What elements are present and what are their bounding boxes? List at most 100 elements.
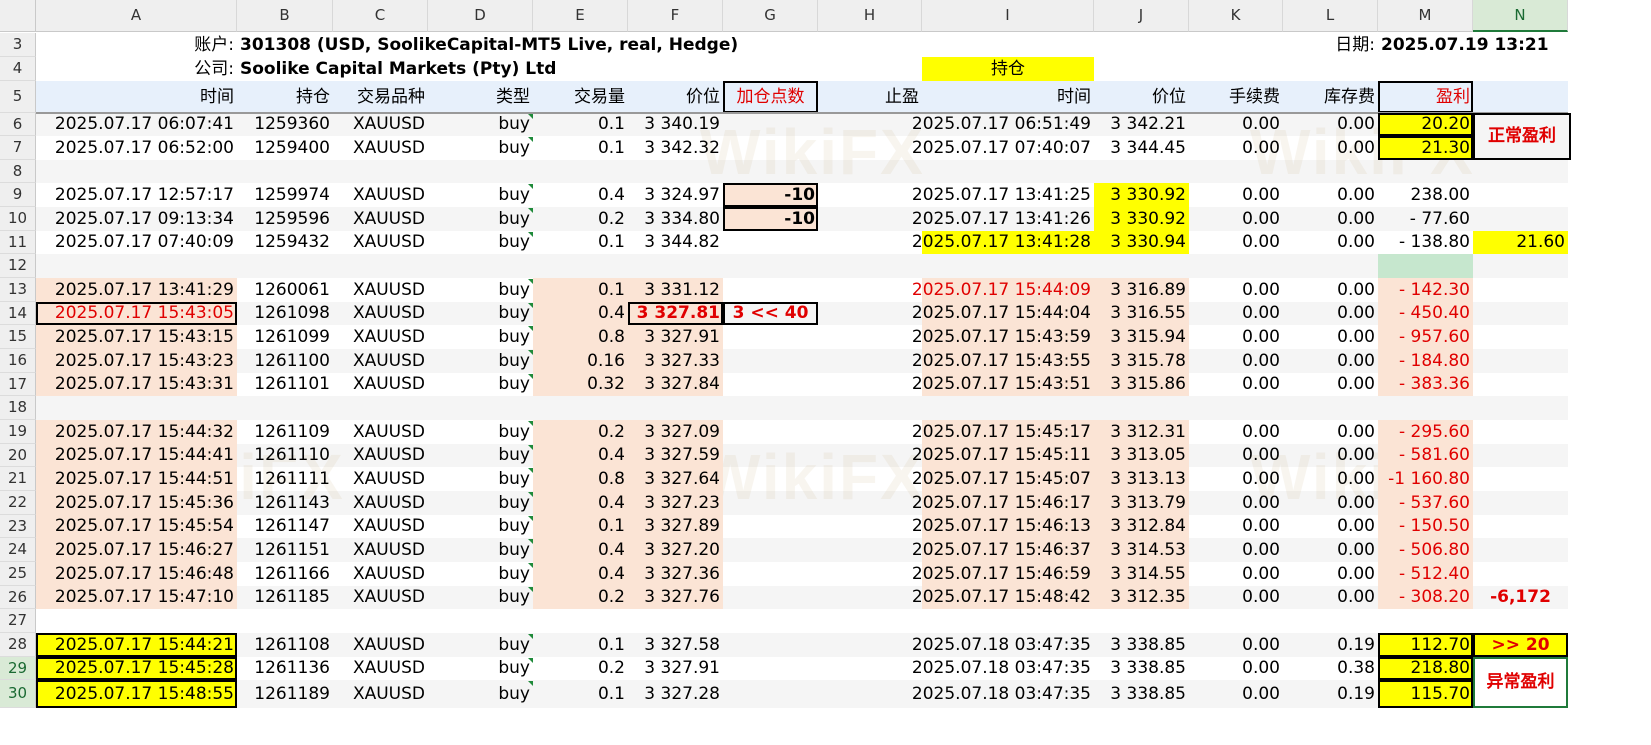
cell-open-price[interactable]: 3 327.64 bbox=[628, 467, 723, 491]
cell-commission[interactable]: 0.00 bbox=[1189, 325, 1283, 349]
cell-open-time[interactable]: 2025.07.17 15:46:27 bbox=[36, 538, 237, 562]
cell-open-price[interactable]: 3 344.82 bbox=[628, 231, 723, 254]
cell-swap[interactable]: 0.00 bbox=[1283, 373, 1378, 396]
cell-swap[interactable]: 0.19 bbox=[1283, 680, 1378, 708]
row-number[interactable]: 16 bbox=[0, 349, 36, 373]
cell-open-price[interactable]: 3 327.59 bbox=[628, 444, 723, 467]
cell-profit[interactable]: - 308.20 bbox=[1378, 586, 1473, 609]
cell-position-id[interactable]: 1261143 bbox=[237, 491, 333, 515]
cell-commission[interactable]: 0.00 bbox=[1189, 302, 1283, 325]
cell-swap[interactable]: 0.00 bbox=[1283, 349, 1378, 373]
cell-symbol[interactable]: XAUUSD bbox=[333, 302, 428, 325]
cell-profit-fill[interactable] bbox=[1378, 254, 1473, 278]
cell-close-price[interactable]: 3 313.05 bbox=[1094, 444, 1189, 467]
row-number[interactable]: 11 bbox=[0, 231, 36, 254]
cell-symbol[interactable]: XAUUSD bbox=[333, 278, 428, 302]
column-header-h[interactable]: H bbox=[818, 0, 922, 32]
row-number[interactable]: 10 bbox=[0, 207, 36, 231]
cell-type[interactable]: buy bbox=[428, 657, 533, 680]
cell-volume[interactable]: 0.1 bbox=[533, 136, 628, 160]
cell-add-points[interactable]: -10 bbox=[723, 207, 818, 231]
cell-profit[interactable]: 115.70 bbox=[1378, 680, 1473, 708]
cell-position-id[interactable]: 1261108 bbox=[237, 633, 333, 657]
cell-symbol[interactable]: XAUUSD bbox=[333, 657, 428, 680]
cell-close-price[interactable]: 3 316.89 bbox=[1094, 278, 1189, 302]
cell-symbol[interactable]: XAUUSD bbox=[333, 113, 428, 136]
cell-swap[interactable]: 0.00 bbox=[1283, 136, 1378, 160]
row-number[interactable]: 13 bbox=[0, 278, 36, 302]
cell-volume[interactable]: 0.2 bbox=[533, 586, 628, 609]
cell-open-time[interactable]: 2025.07.17 15:44:32 bbox=[36, 420, 237, 444]
row-number[interactable]: 6 bbox=[0, 113, 36, 136]
cell-type[interactable]: buy bbox=[428, 680, 533, 708]
row-number[interactable]: 7 bbox=[0, 136, 36, 160]
cell-open-price[interactable]: 3 327.91 bbox=[628, 325, 723, 349]
cell-open-time[interactable]: 2025.07.17 15:45:28 bbox=[36, 657, 237, 680]
cell-type[interactable]: buy bbox=[428, 586, 533, 609]
cell-close-price[interactable]: 3 313.13 bbox=[1094, 467, 1189, 491]
cell-type[interactable]: buy bbox=[428, 515, 533, 538]
cell-volume[interactable]: 0.8 bbox=[533, 467, 628, 491]
cell-type[interactable]: buy bbox=[428, 113, 533, 136]
cell-profit[interactable]: - 77.60 bbox=[1378, 207, 1473, 231]
cell-profit[interactable]: -1 160.80 bbox=[1378, 467, 1473, 491]
cell-commission[interactable]: 0.00 bbox=[1189, 680, 1283, 708]
cell-volume[interactable]: 0.2 bbox=[533, 657, 628, 680]
column-header-j[interactable]: J bbox=[1094, 0, 1189, 32]
cell-volume[interactable]: 0.4 bbox=[533, 538, 628, 562]
cell-close-time[interactable]: 2025.07.17 07:40:07 bbox=[912, 136, 1094, 160]
cell-commission[interactable]: 0.00 bbox=[1189, 207, 1283, 231]
row-number[interactable]: 27 bbox=[0, 609, 36, 633]
cell-profit[interactable]: - 506.80 bbox=[1378, 538, 1473, 562]
cell-close-time[interactable]: 2025.07.17 15:45:17 bbox=[912, 420, 1094, 444]
row-number[interactable]: 12 bbox=[0, 254, 36, 278]
cell-close-time[interactable]: 2025.07.17 15:43:51 bbox=[912, 373, 1094, 396]
cell-symbol[interactable]: XAUUSD bbox=[333, 562, 428, 586]
cell-close-time[interactable]: 2025.07.18 03:47:35 bbox=[912, 657, 1094, 680]
cell-close-price[interactable]: 3 330.92 bbox=[1094, 183, 1189, 207]
cell-open-price[interactable]: 3 327.09 bbox=[628, 420, 723, 444]
column-header-b[interactable]: B bbox=[237, 0, 333, 32]
cell-symbol[interactable]: XAUUSD bbox=[333, 444, 428, 467]
cell-swap[interactable]: 0.00 bbox=[1283, 538, 1378, 562]
cell-position-id[interactable]: 1261185 bbox=[237, 586, 333, 609]
cell-position-id[interactable]: 1261110 bbox=[237, 444, 333, 467]
cell-commission[interactable]: 0.00 bbox=[1189, 113, 1283, 136]
cell-type[interactable]: buy bbox=[428, 302, 533, 325]
cell-close-time[interactable]: 2025.07.17 15:46:59 bbox=[912, 562, 1094, 586]
cell-swap[interactable]: 0.38 bbox=[1283, 657, 1378, 680]
cell-profit[interactable]: 238.00 bbox=[1378, 183, 1473, 207]
cell-position-id[interactable]: 1259400 bbox=[237, 136, 333, 160]
cell-symbol[interactable]: XAUUSD bbox=[333, 633, 428, 657]
column-header-f[interactable]: F bbox=[628, 0, 723, 32]
cell-volume[interactable]: 0.4 bbox=[533, 562, 628, 586]
cell-close-time[interactable]: 2025.07.17 15:45:07 bbox=[912, 467, 1094, 491]
cell-open-time[interactable]: 2025.07.17 15:48:55 bbox=[36, 680, 237, 708]
row-number[interactable]: 24 bbox=[0, 538, 36, 562]
row-number[interactable]: 9 bbox=[0, 183, 36, 207]
cell-volume[interactable]: 0.1 bbox=[533, 278, 628, 302]
cell-open-time[interactable]: 2025.07.17 15:43:23 bbox=[36, 349, 237, 373]
cell-open-price[interactable]: 3 327.36 bbox=[628, 562, 723, 586]
cell-open-time[interactable]: 2025.07.17 15:47:10 bbox=[36, 586, 237, 609]
cell-position-id[interactable]: 1261109 bbox=[237, 420, 333, 444]
cell-swap[interactable]: 0.00 bbox=[1283, 491, 1378, 515]
cell-open-time[interactable]: 2025.07.17 06:52:00 bbox=[36, 136, 237, 160]
row-number[interactable]: 18 bbox=[0, 396, 36, 420]
cell-open-time[interactable]: 2025.07.17 06:07:41 bbox=[36, 113, 237, 136]
cell-close-time[interactable]: 2025.07.17 15:43:59 bbox=[912, 325, 1094, 349]
cell-type[interactable]: buy bbox=[428, 420, 533, 444]
cell-close-time[interactable]: 2025.07.17 13:41:25 bbox=[912, 183, 1094, 207]
column-header-d[interactable]: D bbox=[428, 0, 533, 32]
cell-commission[interactable]: 0.00 bbox=[1189, 562, 1283, 586]
cell-volume[interactable]: 0.2 bbox=[533, 420, 628, 444]
cell-close-time[interactable]: 2025.07.17 15:44:04 bbox=[912, 302, 1094, 325]
cell-volume[interactable]: 0.1 bbox=[533, 515, 628, 538]
cell-close-time[interactable]: 2025.07.17 15:46:17 bbox=[912, 491, 1094, 515]
cell-position-id[interactable]: 1259596 bbox=[237, 207, 333, 231]
cell-profit[interactable]: 218.80 bbox=[1378, 657, 1473, 680]
cell-close-time[interactable]: 2025.07.17 15:46:13 bbox=[912, 515, 1094, 538]
cell-volume[interactable]: 0.1 bbox=[533, 680, 628, 708]
cell-symbol[interactable]: XAUUSD bbox=[333, 183, 428, 207]
column-header-m[interactable]: M bbox=[1378, 0, 1473, 32]
